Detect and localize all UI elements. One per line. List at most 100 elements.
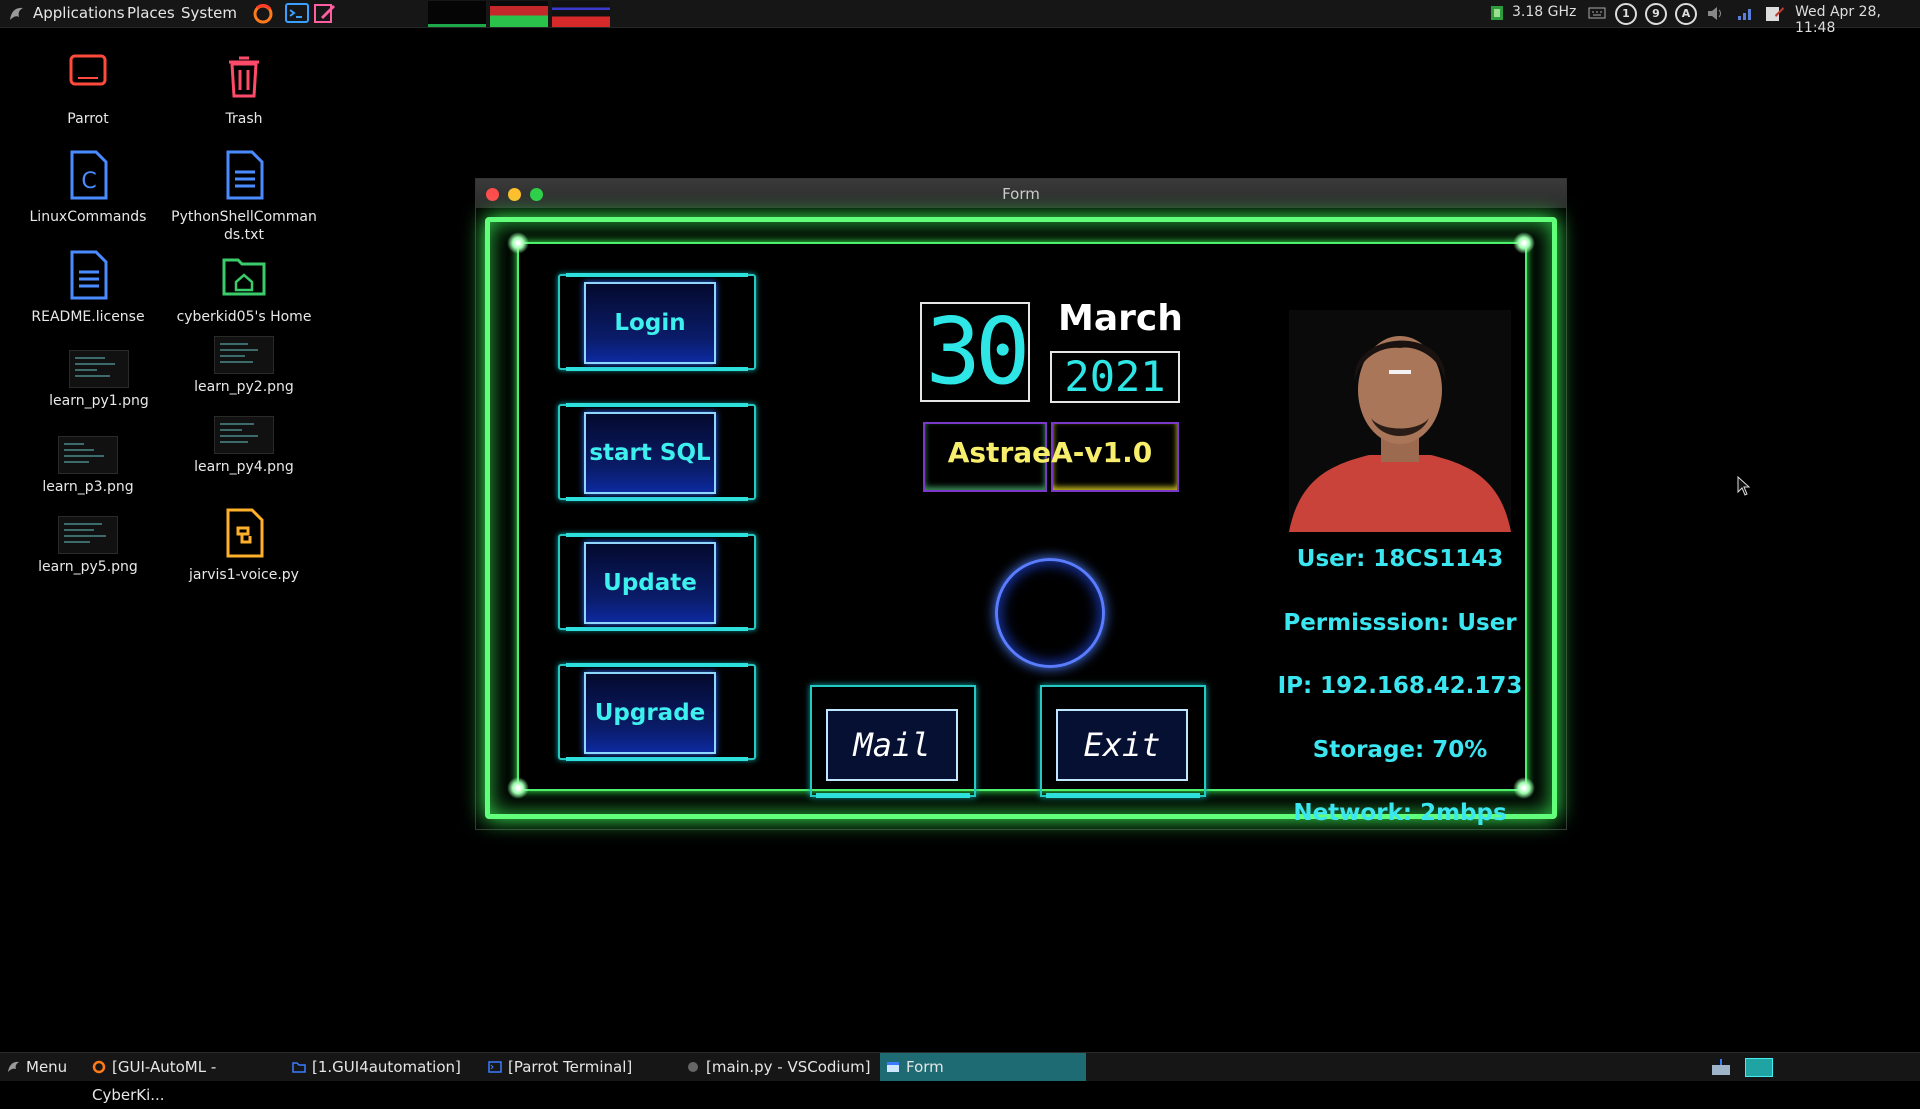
- notes-icon[interactable]: [1765, 5, 1785, 22]
- upgrade-button[interactable]: Upgrade: [584, 672, 716, 754]
- indicator-9-icon[interactable]: 9: [1645, 3, 1667, 25]
- mail-button-frame: Mail: [810, 685, 976, 798]
- desktop-icon-jarvis[interactable]: jarvis1-voice.py: [169, 508, 319, 584]
- keyboard-icon[interactable]: [1588, 6, 1606, 20]
- start-menu-button[interactable]: Menu: [6, 1053, 67, 1081]
- task-parrot-terminal[interactable]: [Parrot Terminal]: [488, 1053, 676, 1081]
- exit-button[interactable]: Exit: [1056, 709, 1188, 781]
- task-vscodium[interactable]: [main.py - VSCodium]: [686, 1053, 876, 1081]
- parrot-logo-icon[interactable]: [7, 5, 25, 23]
- window-titlebar[interactable]: Form: [476, 179, 1566, 208]
- desktop-icon-label: Parrot: [67, 111, 109, 127]
- python-file-icon: [226, 508, 264, 558]
- corner-glow: [507, 777, 529, 799]
- desktop-icon-parrot[interactable]: Parrot: [13, 52, 163, 128]
- desktop-icon-label: learn_py2.png: [194, 379, 294, 395]
- desktop-icon-trash[interactable]: Trash: [169, 52, 319, 128]
- desktop-icon-label: README.license: [31, 309, 145, 325]
- day-display: 30: [920, 302, 1030, 402]
- desktop-icon-learn-py1[interactable]: learn_py1.png: [24, 350, 174, 410]
- form-window: Form Login start SQL Update Upgrade 30 M…: [475, 178, 1567, 830]
- image-thumbnail: [69, 350, 129, 388]
- trash-icon: [229, 56, 259, 98]
- image-thumbnail: [58, 516, 118, 554]
- user-avatar: [1289, 310, 1511, 532]
- cpu-frequency-text: 3.18 GHz: [1512, 4, 1577, 20]
- clock[interactable]: Wed Apr 28, 11:48: [1795, 4, 1920, 36]
- cpu-frequency-icon: [1491, 6, 1503, 20]
- text-editor-launcher-icon[interactable]: [313, 2, 337, 24]
- workspace-switcher[interactable]: [1745, 1058, 1773, 1077]
- system-tray-icon[interactable]: [1710, 1057, 1732, 1077]
- task-label: Form: [906, 1058, 944, 1076]
- desktop-icon-label: cyberkid05's Home: [176, 309, 312, 325]
- c-file-icon: C: [70, 150, 108, 200]
- indicator-a-icon[interactable]: A: [1675, 3, 1697, 25]
- window-title: Form: [1002, 185, 1040, 203]
- terminal-icon: [488, 1061, 502, 1073]
- applications-menu[interactable]: Applications: [33, 4, 125, 22]
- desktop-icon-learn-py4[interactable]: learn_py4.png: [169, 416, 319, 476]
- menu-label: Menu: [26, 1058, 68, 1076]
- desktop-icon-label: learn_py1.png: [49, 393, 149, 409]
- folder-icon: [292, 1062, 306, 1073]
- desktop-icon-label: learn_py5.png: [38, 559, 138, 575]
- taskbar: Menu [GUI-AutoML - CyberKi... [1.GUI4aut…: [0, 1052, 1920, 1104]
- volume-icon[interactable]: [1706, 6, 1724, 21]
- places-menu[interactable]: Places: [127, 4, 175, 22]
- memory-monitor-graph: [490, 1, 548, 27]
- year-display: 2021: [1050, 351, 1180, 403]
- start-sql-button[interactable]: start SQL: [584, 412, 716, 494]
- task-form[interactable]: Form: [880, 1053, 1086, 1081]
- brand-label: AstraeA-v1.0: [947, 436, 1153, 469]
- cpu-monitor-graph: [428, 1, 486, 27]
- user-info: User: 18CS1143: [1296, 546, 1504, 572]
- desktop-icon-learn-py5[interactable]: learn_py5.png: [13, 516, 163, 576]
- terminal-launcher-icon[interactable]: [285, 2, 309, 24]
- network-info: Network: 2mbps: [1293, 800, 1507, 826]
- desktop-icon-label: PythonShellCommands.txt: [171, 209, 317, 243]
- neon-frame: Login start SQL Update Upgrade 30 March …: [485, 217, 1557, 826]
- desktop-icon-label: LinuxCommands: [29, 209, 147, 225]
- svg-text:C: C: [81, 169, 96, 194]
- mail-button[interactable]: Mail: [826, 709, 958, 781]
- task-label: [main.py - VSCodium]: [706, 1058, 871, 1076]
- desktop-icon-readme[interactable]: README.license: [13, 250, 163, 326]
- desktop-icon-label: learn_py4.png: [194, 459, 294, 475]
- voice-orb-icon[interactable]: [995, 558, 1105, 668]
- window-icon: [887, 1062, 899, 1072]
- ip-info: IP: 192.168.42.173: [1277, 673, 1523, 699]
- update-button[interactable]: Update: [584, 542, 716, 624]
- task-label: [Parrot Terminal]: [508, 1058, 633, 1076]
- login-button[interactable]: Login: [584, 282, 716, 364]
- storage-info: Storage: 70%: [1312, 737, 1488, 763]
- desktop-icon-label: jarvis1-voice.py: [189, 567, 299, 583]
- vscodium-icon: [688, 1062, 698, 1072]
- parrot-menu-icon: [8, 1061, 19, 1072]
- desktop-icon-label: learn_p3.png: [42, 479, 134, 495]
- desktop-icon-label: Trash: [225, 111, 263, 127]
- task-label: [GUI-AutoML - CyberKi...: [92, 1058, 217, 1104]
- indicator-1-icon[interactable]: 1: [1615, 3, 1637, 25]
- desktop-icon-linuxcommands[interactable]: C LinuxCommands: [13, 150, 163, 226]
- system-menu[interactable]: System: [181, 4, 237, 22]
- month-label: March: [1058, 298, 1183, 339]
- brand-box: AstraeA-v1.0: [923, 422, 1179, 492]
- task-gui-automl[interactable]: [GUI-AutoML - CyberKi...: [92, 1053, 288, 1104]
- mouse-pointer-icon: [1737, 476, 1751, 496]
- firefox-launcher-icon[interactable]: [251, 2, 275, 24]
- image-thumbnail: [214, 416, 274, 454]
- exit-button-frame: Exit: [1040, 685, 1206, 798]
- home-folder-icon: [222, 258, 266, 296]
- corner-glow: [1513, 232, 1535, 254]
- desktop-icon-learn-p3[interactable]: learn_p3.png: [13, 436, 163, 496]
- desktop-icon-home[interactable]: cyberkid05's Home: [169, 250, 319, 326]
- login-button-frame: Login: [558, 273, 756, 371]
- task-gui4automation[interactable]: [1.GUI4automation]: [292, 1053, 480, 1081]
- desktop-icon-pythonshellcommands[interactable]: PythonShellCommands.txt: [169, 150, 319, 244]
- update-button-frame: Update: [558, 533, 756, 631]
- corner-glow: [507, 232, 529, 254]
- desktop-icon-learn-py2[interactable]: learn_py2.png: [169, 336, 319, 396]
- network-signal-icon[interactable]: [1737, 6, 1755, 21]
- task-label: [1.GUI4automation]: [312, 1058, 461, 1076]
